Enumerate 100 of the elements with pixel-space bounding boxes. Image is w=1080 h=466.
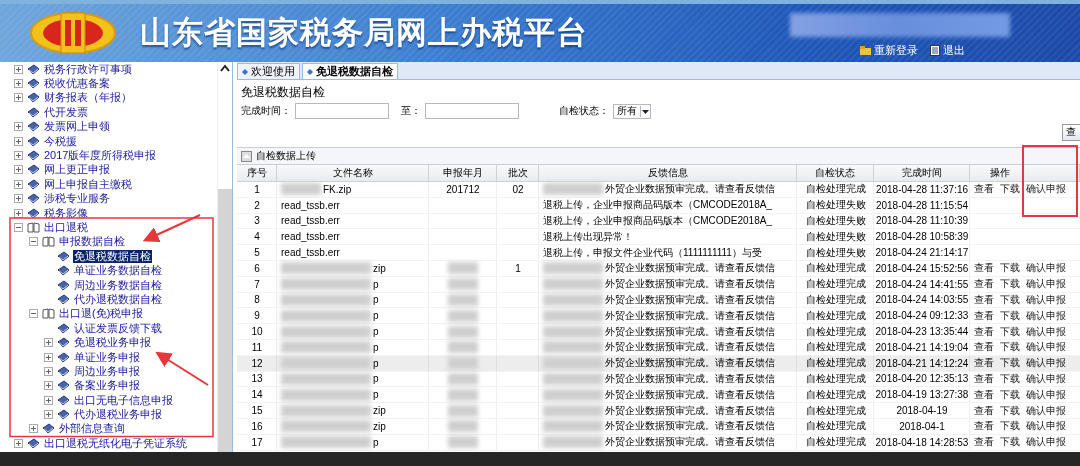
action-link[interactable]: 确认申报 (1026, 292, 1066, 307)
expand-toggle[interactable] (14, 93, 23, 103)
tree-item[interactable]: 今税援 (43, 134, 78, 148)
expand-toggle[interactable] (14, 79, 23, 89)
action-link[interactable]: 查看 (974, 435, 994, 450)
action-link[interactable]: 下载 (1000, 261, 1020, 276)
expand-toggle[interactable] (14, 194, 23, 204)
expand-toggle[interactable] (29, 424, 38, 434)
dropdown-arrow-icon[interactable] (640, 105, 650, 117)
column-header[interactable]: 自检状态 (797, 165, 874, 182)
column-header[interactable]: 操作 (970, 165, 1080, 182)
tree-item[interactable]: 认证发票反馈下载 (73, 321, 163, 335)
header-link[interactable]: 重新登录 (860, 43, 918, 58)
tree-item[interactable]: 网上更正申报 (43, 163, 111, 177)
action-link[interactable]: 确认申报 (1026, 387, 1066, 402)
action-link[interactable]: 确认申报 (1026, 308, 1066, 323)
expand-toggle[interactable] (44, 366, 53, 376)
collapse-toggle[interactable] (14, 223, 23, 232)
table-row[interactable]: 2 read_tssb.err 退税上传，企业申报商品码版本（CMCODE2018A_ 自检处理失败 2018-04-28 11:15:54 (237, 197, 1080, 214)
action-link[interactable]: 下载 (1000, 277, 1020, 292)
table-row[interactable]: 3 read_tssb.err 退税上传，企业申报商品码版本（CMCODE2018A_ 自检处理失败 2018-04-28 11:10:39 (237, 213, 1080, 230)
tree-item[interactable]: 代办退税数据自检 (73, 292, 163, 306)
tree-item[interactable]: 代开发票 (43, 105, 89, 119)
expand-toggle[interactable] (44, 410, 53, 420)
action-link[interactable]: 查看 (974, 387, 994, 402)
tree-item[interactable]: 周边业务申报 (73, 364, 141, 378)
tree-item[interactable]: 税收优惠备案 (43, 77, 111, 91)
header-link[interactable]: 退出 (930, 43, 965, 58)
table-row[interactable]: 16 zip 外贸企业数据预审完成。请查看反馈信 自检处理完成 2018-04-1 查看 下载 确认申报 (237, 418, 1080, 435)
table-row[interactable]: 4 read_tssb.err 退税上传出现异常！ 自检处理失败 2018-04-28 10:58:39 (237, 229, 1080, 246)
tree-item[interactable]: 税务行政许可事项 (43, 62, 133, 76)
column-header[interactable]: 批次 (497, 165, 539, 182)
tree-item[interactable]: 单证业务申报 (73, 350, 141, 364)
action-link[interactable]: 确认申报 (1026, 435, 1066, 450)
action-link[interactable]: 查看 (974, 419, 994, 434)
tree-item[interactable]: 出口退税 (43, 221, 89, 234)
column-header[interactable]: 反馈信息 (539, 165, 797, 182)
expand-toggle[interactable] (44, 338, 53, 348)
upload-button[interactable]: 自检数据上传 (241, 149, 316, 163)
action-link[interactable]: 确认申报 (1026, 261, 1066, 276)
tree-item[interactable]: 单证业务数据自检 (73, 264, 163, 278)
action-link[interactable]: 下载 (1000, 292, 1020, 307)
table-row[interactable]: 10 p 外贸企业数据预审完成。请查看反馈信 自检处理完成 2018-04-23 13:35:44 查看 下载 确认申报 (237, 324, 1080, 340)
tree-item[interactable]: 税务影像 (43, 206, 89, 220)
table-row[interactable]: 15 zip 外贸企业数据预审完成。请查看反馈信 自检处理完成 2018-04-19 查看 下载 确认申报 (237, 403, 1080, 419)
action-link[interactable]: 确认申报 (1026, 419, 1066, 434)
tree-item[interactable]: 申报数据自检 (58, 235, 126, 249)
tab[interactable]: 欢迎使用 (237, 63, 300, 79)
expand-toggle[interactable] (14, 208, 23, 218)
action-link[interactable]: 查看 (974, 308, 994, 323)
expand-toggle[interactable] (44, 352, 53, 362)
action-link[interactable]: 查看 (974, 340, 994, 355)
column-header[interactable]: 文件名称 (277, 165, 429, 182)
expand-toggle[interactable] (14, 64, 23, 74)
table-row[interactable]: 9 p 外贸企业数据预审完成。请查看反馈信 自检处理完成 2018-04-24 09:12:33 查看 下载 确认申报 (237, 308, 1080, 325)
action-link[interactable]: 查看 (974, 277, 994, 292)
scroll-thumb[interactable] (218, 189, 232, 452)
action-link[interactable]: 确认申报 (1026, 277, 1066, 292)
tree-item[interactable]: 网上申报自主缴税 (43, 177, 133, 191)
tree-item[interactable]: 出口退税无纸化电子凭证系统 (43, 436, 188, 450)
tree-item[interactable]: 外部信息查询 (58, 422, 126, 436)
status-select[interactable]: 所有 (613, 103, 651, 119)
expand-toggle[interactable] (14, 165, 23, 175)
table-row[interactable]: 13 p 外贸企业数据预审完成。请查看反馈信 自检处理完成 2018-04-20 12:35:13 查看 下载 确认申报 (237, 371, 1080, 388)
date-field[interactable] (425, 103, 519, 119)
expand-toggle[interactable] (14, 151, 23, 161)
tree-item[interactable]: 出口退(免)税申报 (58, 307, 145, 321)
action-link[interactable]: 下载 (1000, 435, 1020, 450)
action-link[interactable]: 下载 (1000, 340, 1020, 355)
expand-toggle[interactable] (14, 179, 23, 189)
action-link[interactable]: 下载 (1000, 403, 1020, 418)
date-field[interactable] (295, 103, 389, 119)
action-link[interactable]: 查看 (974, 324, 994, 339)
action-link[interactable]: 下载 (1000, 182, 1020, 197)
expand-toggle[interactable] (14, 438, 23, 448)
action-link[interactable]: 下载 (1000, 419, 1020, 434)
collapse-toggle[interactable] (29, 309, 38, 319)
action-link[interactable]: 查看 (974, 403, 994, 418)
tree-item[interactable]: 免退税数据自检 (73, 249, 152, 263)
tree-item[interactable]: 出口无电子信息申报 (73, 393, 174, 407)
query-button[interactable]: 查 (1062, 123, 1080, 141)
tree-item[interactable]: 发票网上申领 (43, 120, 111, 134)
tree-item[interactable]: 代办退税业务申报 (73, 408, 163, 422)
action-link[interactable]: 确认申报 (1026, 182, 1066, 197)
collapse-toggle[interactable] (29, 237, 38, 247)
action-link[interactable]: 查看 (974, 292, 994, 307)
action-link[interactable]: 下载 (1000, 324, 1020, 339)
tree-item[interactable]: 财务报表（年报） (43, 91, 133, 105)
action-link[interactable]: 确认申报 (1026, 356, 1066, 371)
table-row[interactable]: 7 p 外贸企业数据预审完成。请查看反馈信 自检处理完成 2018-04-24 14:41:55 查看 下载 确认申报 (237, 276, 1080, 293)
action-link[interactable]: 下载 (1000, 308, 1020, 323)
table-row[interactable]: 11 p 外贸企业数据预审完成。请查看反馈信 自检处理完成 2018-04-21 14:19:04 查看 下载 确认申报 (237, 339, 1080, 356)
tree-item[interactable]: 备案业务申报 (73, 379, 141, 393)
tree-item[interactable]: 周边业务数据自检 (73, 278, 163, 292)
tree-item[interactable]: 2017版年度所得税申报 (43, 149, 158, 163)
action-link[interactable]: 查看 (974, 371, 994, 386)
action-link[interactable]: 下载 (1000, 387, 1020, 402)
expand-toggle[interactable] (14, 122, 23, 132)
tree-item[interactable]: 免退税业务申报 (73, 336, 152, 350)
expand-toggle[interactable] (44, 381, 53, 391)
